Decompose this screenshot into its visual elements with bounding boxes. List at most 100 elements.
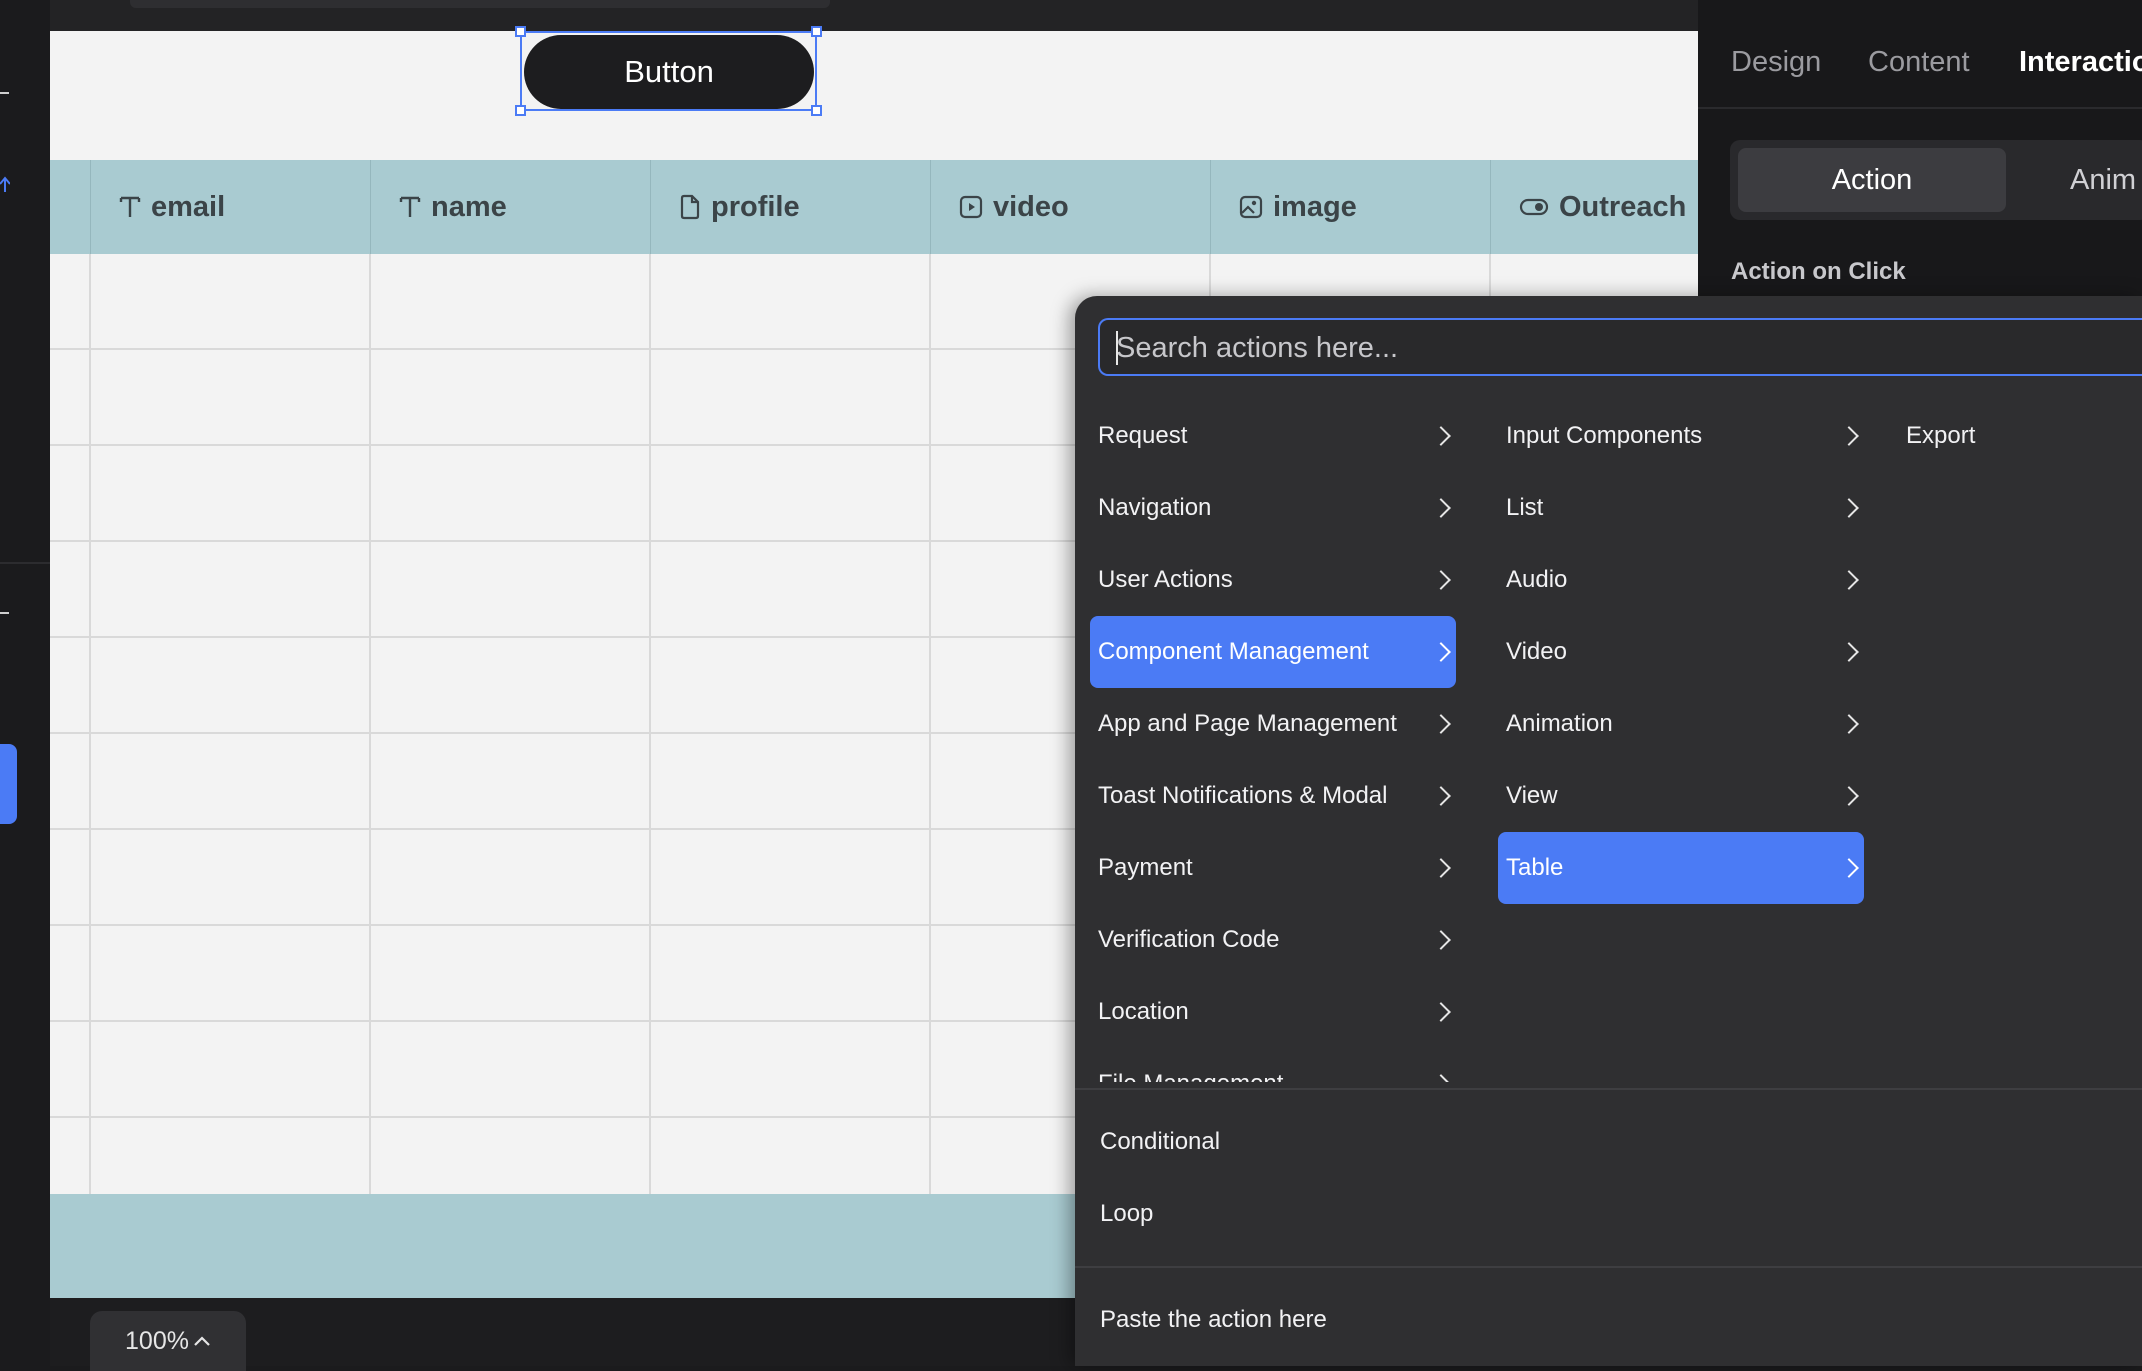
menu-item-label: User Actions — [1098, 566, 1233, 593]
text-type-icon — [119, 196, 141, 217]
menu-item-component-management[interactable]: Component Management — [1090, 616, 1456, 688]
column-header-email[interactable]: email — [90, 160, 370, 254]
menu-item-toast-modal[interactable]: Toast Notifications & Modal — [1090, 760, 1456, 832]
resize-handle[interactable] — [515, 26, 526, 37]
column-header-profile[interactable]: profile — [650, 160, 930, 254]
menu-item-animation[interactable]: Animation — [1498, 688, 1864, 760]
menu-item-label: Component Management — [1098, 638, 1369, 665]
resize-handle[interactable] — [811, 105, 822, 116]
menu-item-label: Verification Code — [1098, 926, 1280, 953]
menu-item-location[interactable]: Location — [1090, 976, 1456, 1048]
tab-interaction[interactable]: Interactio — [2019, 46, 2142, 79]
chevron-right-icon — [1839, 858, 1859, 878]
menu-item-video[interactable]: Video — [1498, 616, 1864, 688]
menu-item-label: Animation — [1506, 710, 1613, 737]
image-icon — [1239, 195, 1263, 219]
menu-item-request[interactable]: Request — [1090, 400, 1456, 472]
menu-item-label: Export — [1906, 422, 1976, 449]
video-icon — [959, 195, 983, 219]
selection-frame[interactable] — [515, 26, 822, 116]
chevron-up-icon — [194, 1336, 210, 1346]
sidebar-marker — [0, 92, 9, 94]
zoom-control[interactable]: 100% — [90, 1311, 246, 1371]
menu-item-label: Table — [1506, 854, 1564, 881]
sidebar-marker — [0, 612, 9, 614]
column-label: video — [993, 190, 1069, 223]
paste-action-item[interactable]: Paste the action here — [1100, 1306, 1327, 1334]
chevron-right-icon — [1431, 426, 1451, 446]
menu-item-verification-code[interactable]: Verification Code — [1090, 904, 1456, 976]
chevron-right-icon — [1431, 1002, 1451, 1022]
tab-divider — [1698, 107, 2142, 109]
upload-icon[interactable] — [0, 174, 10, 196]
menu-item-conditional[interactable]: Conditional — [1100, 1128, 1220, 1156]
menu-item-table[interactable]: Table — [1498, 832, 1864, 904]
menu-item-audio[interactable]: Audio — [1498, 544, 1864, 616]
chevron-right-icon — [1431, 930, 1451, 950]
resize-handle[interactable] — [515, 105, 526, 116]
chevron-right-icon — [1839, 786, 1859, 806]
chevron-right-icon — [1839, 426, 1859, 446]
menu-item-list[interactable]: List — [1498, 472, 1864, 544]
left-sidebar — [0, 0, 50, 1366]
chevron-right-icon — [1431, 858, 1451, 878]
action-category-list: Request Navigation User Actions Componen… — [1090, 400, 1460, 1082]
menu-item-app-page-management[interactable]: App and Page Management — [1090, 688, 1456, 760]
menu-item-file-management[interactable]: File Management — [1090, 1048, 1456, 1082]
menu-item-payment[interactable]: Payment — [1090, 832, 1456, 904]
menu-item-navigation[interactable]: Navigation — [1090, 472, 1456, 544]
menu-item-label: Request — [1098, 422, 1188, 449]
grid-line — [649, 254, 651, 1194]
text-type-icon — [399, 196, 421, 217]
text-caret — [1116, 331, 1118, 365]
chevron-right-icon — [1431, 642, 1451, 662]
chevron-right-icon — [1431, 498, 1451, 518]
grid-line — [89, 254, 91, 1194]
menu-divider — [1075, 1088, 2142, 1090]
chevron-right-icon — [1839, 714, 1859, 734]
chevron-right-icon — [1431, 714, 1451, 734]
chevron-right-icon — [1839, 642, 1859, 662]
menu-item-label: Payment — [1098, 854, 1193, 881]
column-label: profile — [711, 190, 800, 223]
column-label: email — [151, 190, 226, 223]
resize-handle[interactable] — [811, 26, 822, 37]
chevron-right-icon — [1839, 498, 1859, 518]
column-header-outreach[interactable]: Outreach — [1490, 160, 1700, 254]
menu-item-view[interactable]: View — [1498, 760, 1864, 832]
toggle-icon — [1519, 198, 1549, 216]
section-label: Action on Click — [1731, 258, 1906, 285]
table-header: email name profile video image Outreach — [50, 160, 1698, 255]
chevron-right-icon — [1839, 570, 1859, 590]
column-header-name[interactable]: name — [370, 160, 650, 254]
menu-divider — [1075, 1266, 2142, 1268]
menu-item-label: View — [1506, 782, 1558, 809]
sidebar-selected-item[interactable] — [0, 744, 17, 824]
menu-item-user-actions[interactable]: User Actions — [1090, 544, 1456, 616]
menu-item-label: Location — [1098, 998, 1189, 1025]
menu-item-label: File Management — [1098, 1070, 1283, 1082]
chevron-right-icon — [1431, 570, 1451, 590]
toolbar-pill[interactable] — [130, 0, 830, 8]
column-label: Outreach — [1559, 190, 1687, 223]
menu-item-input-components[interactable]: Input Components — [1498, 400, 1864, 472]
column-header-image[interactable]: image — [1210, 160, 1490, 254]
menu-item-loop[interactable]: Loop — [1100, 1200, 1153, 1228]
menu-item-label: Video — [1506, 638, 1567, 665]
menu-item-label: Input Components — [1506, 422, 1703, 449]
search-field[interactable] — [1098, 318, 2142, 376]
column-header-video[interactable]: video — [930, 160, 1210, 254]
column-label: name — [431, 190, 507, 223]
menu-item-export[interactable]: Export — [1898, 400, 2138, 472]
menu-item-label: Audio — [1506, 566, 1568, 593]
menu-item-label: Navigation — [1098, 494, 1212, 521]
search-input[interactable] — [1114, 320, 2018, 376]
column-label: image — [1273, 190, 1357, 223]
grid-line — [369, 254, 371, 1194]
menu-item-label: List — [1506, 494, 1544, 521]
tab-design[interactable]: Design — [1731, 46, 1821, 79]
segment-action[interactable]: Action — [1738, 148, 2006, 212]
segment-animation[interactable]: Anim — [2070, 164, 2136, 197]
file-icon — [680, 194, 700, 220]
tab-content[interactable]: Content — [1868, 46, 1970, 79]
